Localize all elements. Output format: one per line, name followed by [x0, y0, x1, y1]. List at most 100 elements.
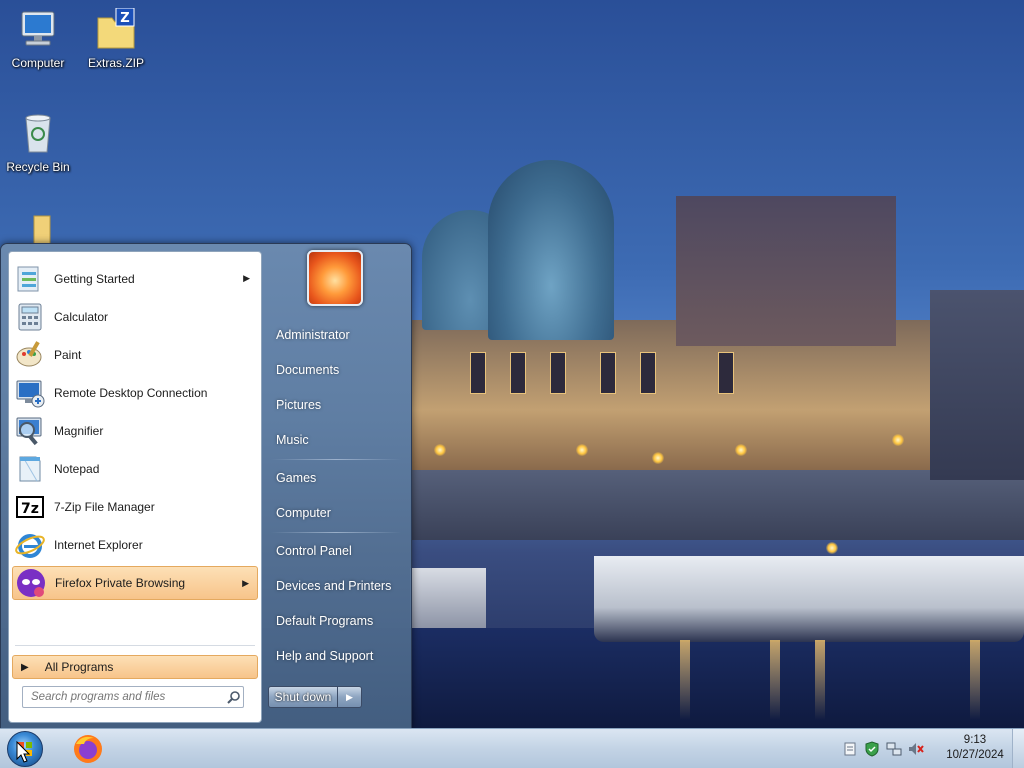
program-label: Getting Started	[54, 272, 135, 286]
desktop: Computer Z Extras.ZIP Recycle Bin Gettin…	[0, 0, 1024, 768]
submenu-arrow-icon: ▶	[243, 273, 250, 283]
shut-down-options-button[interactable]: ▶	[338, 686, 362, 708]
wallpaper-steamboat	[594, 556, 1024, 642]
internet-explorer-icon	[14, 529, 46, 561]
clock-date: 10/27/2024	[946, 749, 1004, 761]
wallpaper-lamp	[826, 542, 838, 554]
notepad-icon	[14, 453, 46, 485]
program-label: Magnifier	[54, 424, 104, 438]
firefox-icon	[74, 735, 102, 763]
getting-started-icon	[14, 263, 46, 295]
mouse-pointer-icon	[16, 740, 31, 763]
svg-text:Z: Z	[120, 11, 129, 26]
wallpaper-lamp	[735, 444, 747, 456]
right-item-default-programs[interactable]: Default Programs	[266, 606, 406, 636]
show-desktop-button[interactable]	[1012, 729, 1024, 768]
program-label: Internet Explorer	[54, 538, 143, 552]
remote-desktop-icon	[14, 377, 46, 409]
right-pane-divider	[271, 459, 401, 460]
wallpaper-reflection	[970, 640, 980, 720]
wallpaper-glass-dome	[488, 160, 614, 340]
triangle-right-icon: ▶	[21, 661, 29, 673]
program-label: Firefox Private Browsing	[55, 576, 186, 590]
desktop-icon-computer[interactable]: Computer	[0, 8, 76, 70]
right-item-games[interactable]: Games	[266, 463, 406, 493]
firefox-private-icon	[15, 567, 47, 599]
right-item-computer[interactable]: Computer	[266, 498, 406, 528]
all-programs-label: All Programs	[44, 660, 114, 674]
wallpaper-lamp	[576, 444, 588, 456]
wallpaper-window	[470, 352, 486, 394]
wallpaper-lamp	[892, 434, 904, 446]
search-programs-input[interactable]	[22, 686, 244, 708]
wallpaper-window	[718, 352, 734, 394]
right-item-help-and-support[interactable]: Help and Support	[266, 641, 406, 671]
search-icon[interactable]	[227, 690, 241, 704]
volume-muted-icon[interactable]	[908, 741, 924, 757]
program-label: Calculator	[54, 310, 109, 324]
7zip-icon: 7z	[14, 491, 46, 523]
user-picture[interactable]	[307, 250, 363, 306]
right-item-devices-and-printers[interactable]: Devices and Printers	[266, 571, 406, 601]
right-item-pictures[interactable]: Pictures	[266, 390, 406, 420]
start-menu: Getting Started ▶ Calculator Paint Remot…	[0, 243, 412, 730]
desktop-icon-label: Computer	[11, 56, 65, 70]
recycle-bin-icon	[16, 112, 60, 156]
security-shield-icon[interactable]	[864, 741, 880, 757]
wallpaper-reflection	[815, 640, 825, 720]
desktop-icon-label: Recycle Bin	[6, 160, 70, 174]
start-menu-programs-pane: Getting Started ▶ Calculator Paint Remot…	[8, 251, 262, 723]
wallpaper-window	[600, 352, 616, 394]
program-notepad[interactable]: Notepad	[12, 452, 258, 486]
zip-folder-icon: Z	[94, 7, 138, 52]
chevron-right-icon: ▶	[346, 691, 353, 702]
program-paint[interactable]: Paint	[12, 338, 258, 372]
network-icon[interactable]	[886, 741, 902, 757]
action-center-icon[interactable]	[842, 741, 858, 757]
program-label: Paint	[54, 348, 82, 362]
wallpaper-tower	[676, 196, 896, 346]
clock-time: 9:13	[963, 734, 987, 746]
submenu-arrow-icon: ▶	[242, 578, 249, 588]
wallpaper-window	[550, 352, 566, 394]
program-getting-started[interactable]: Getting Started ▶	[12, 262, 258, 296]
system-tray	[842, 737, 942, 761]
computer-icon	[16, 8, 60, 52]
program-remote-desktop[interactable]: Remote Desktop Connection	[12, 376, 258, 410]
wallpaper-lamp	[434, 444, 446, 456]
taskbar-firefox-button[interactable]	[70, 732, 106, 766]
program-magnifier[interactable]: Magnifier	[12, 414, 258, 448]
svg-text:7z: 7z	[21, 501, 39, 517]
program-label: 7-Zip File Manager	[54, 500, 155, 514]
program-label: Remote Desktop Connection	[54, 386, 208, 400]
shut-down-button[interactable]: Shut down	[268, 686, 338, 708]
wallpaper-right-building	[930, 290, 1024, 480]
wallpaper-reflection	[680, 640, 690, 720]
all-programs-button[interactable]: ▶ All Programs	[12, 655, 258, 679]
wallpaper-window	[510, 352, 526, 394]
desktop-icon-extras-zip[interactable]: Z Extras.ZIP	[78, 7, 154, 70]
paint-icon	[14, 339, 46, 371]
right-pane-divider	[271, 532, 401, 533]
program-calculator[interactable]: Calculator	[12, 300, 258, 334]
wallpaper-reflection	[770, 640, 780, 720]
right-item-music[interactable]: Music	[266, 425, 406, 455]
wallpaper-small-boat	[410, 568, 486, 628]
programs-divider	[15, 645, 255, 646]
calculator-icon	[14, 301, 46, 333]
program-internet-explorer[interactable]: Internet Explorer	[12, 528, 258, 562]
right-item-documents[interactable]: Documents	[266, 355, 406, 385]
desktop-icon-label: Extras.ZIP	[87, 56, 144, 70]
wallpaper-window	[640, 352, 656, 394]
right-item-control-panel[interactable]: Control Panel	[266, 536, 406, 566]
program-label: Notepad	[54, 462, 100, 476]
magnifier-icon	[14, 415, 46, 447]
wallpaper-lamp	[652, 452, 664, 464]
taskbar: 9:13 10/27/2024	[0, 728, 1024, 768]
clock[interactable]: 9:13 10/27/2024	[940, 733, 1010, 763]
desktop-icon-recycle-bin[interactable]: Recycle Bin	[0, 112, 76, 174]
program-7zip[interactable]: 7z 7-Zip File Manager	[12, 490, 258, 524]
right-item-administrator[interactable]: Administrator	[266, 320, 406, 350]
program-firefox-private[interactable]: Firefox Private Browsing ▶	[12, 566, 258, 600]
wallpaper-quay	[410, 470, 1024, 540]
